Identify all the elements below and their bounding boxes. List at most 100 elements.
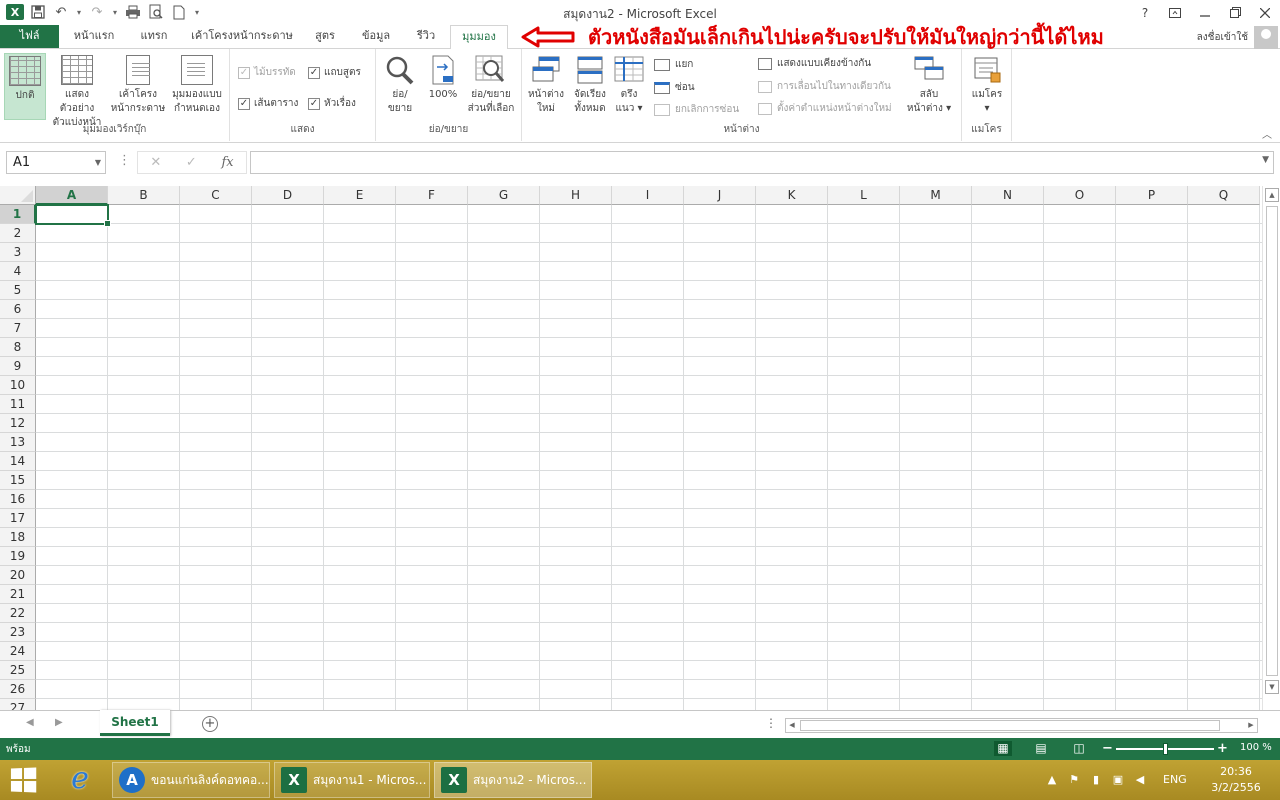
save-icon[interactable]: [29, 3, 47, 21]
row-header-4[interactable]: 4: [0, 262, 36, 281]
row-header-15[interactable]: 15: [0, 471, 36, 490]
scroll-up-icon[interactable]: ▲: [1265, 188, 1279, 202]
tab-formulas[interactable]: สูตร: [306, 25, 344, 49]
redo-icon[interactable]: ↷: [88, 3, 106, 21]
zoom-out-icon[interactable]: −: [1102, 741, 1113, 756]
taskbar-item-excel-1[interactable]: X สมุดงาน1 - Micros...: [274, 762, 430, 798]
collapse-ribbon-icon[interactable]: ︿: [1262, 126, 1272, 141]
macros-dropdown-icon[interactable]: ▾: [964, 102, 1010, 116]
customize-qat-icon[interactable]: ▾: [193, 3, 201, 21]
help-icon[interactable]: ?: [1130, 0, 1160, 25]
volume-icon[interactable]: ◀: [1133, 772, 1147, 786]
column-header-c[interactable]: C: [180, 186, 252, 205]
minimize-icon[interactable]: [1190, 0, 1220, 25]
print-preview-icon[interactable]: [147, 3, 165, 21]
page-break-preview-button[interactable]: แสดงตัวอย่าง ตัวแบ่งหน้า: [48, 53, 106, 130]
row-header-18[interactable]: 18: [0, 528, 36, 547]
row-header-6[interactable]: 6: [0, 300, 36, 319]
sheet-tab-sheet1[interactable]: Sheet1: [100, 710, 170, 736]
formula-bar-checkbox[interactable]: ✓ แถบสูตร: [308, 65, 361, 80]
language-indicator[interactable]: ENG: [1163, 773, 1187, 786]
column-header-m[interactable]: M: [900, 186, 972, 205]
row-header-10[interactable]: 10: [0, 376, 36, 395]
tab-insert[interactable]: แทรก: [132, 25, 176, 49]
row-header-22[interactable]: 22: [0, 604, 36, 623]
zoom-percent[interactable]: 100 %: [1240, 742, 1272, 753]
column-header-j[interactable]: J: [684, 186, 756, 205]
row-header-9[interactable]: 9: [0, 357, 36, 376]
select-all-button[interactable]: [0, 186, 36, 205]
new-file-icon[interactable]: [170, 3, 188, 21]
next-sheet-icon[interactable]: ▶: [55, 717, 63, 728]
row-header-3[interactable]: 3: [0, 243, 36, 262]
redo-dropdown-icon[interactable]: ▾: [111, 3, 119, 21]
action-center-flag-icon[interactable]: ⚑: [1067, 772, 1081, 786]
row-header-27[interactable]: 27: [0, 699, 36, 710]
tab-view[interactable]: มุมมอง: [450, 25, 508, 50]
tab-data[interactable]: ข้อมูล: [354, 25, 398, 49]
column-header-i[interactable]: I: [612, 186, 684, 205]
show-hidden-icons-icon[interactable]: ▲: [1045, 772, 1059, 786]
name-box[interactable]: A1 ▼: [6, 151, 106, 174]
reset-window-position-button[interactable]: ตั้งค่าตำแหน่งหน้าต่างใหม่: [758, 101, 892, 116]
row-header-2[interactable]: 2: [0, 224, 36, 243]
hide-button[interactable]: ซ่อน: [654, 80, 695, 95]
zoom-button[interactable]: ย่อ/ ขยาย: [380, 53, 420, 116]
row-header-7[interactable]: 7: [0, 319, 36, 338]
gridlines-checkbox[interactable]: ✓ เส้นตาราง: [238, 96, 298, 111]
page-break-status-icon[interactable]: ◫: [1070, 741, 1088, 756]
formula-bar-splitter-icon[interactable]: ⋮: [118, 153, 131, 168]
print-icon[interactable]: [124, 3, 142, 21]
column-header-e[interactable]: E: [324, 186, 396, 205]
tab-page-layout[interactable]: เค้าโครงหน้ากระดาษ: [186, 25, 298, 49]
row-header-23[interactable]: 23: [0, 623, 36, 642]
sign-in-link[interactable]: ลงชื่อเข้าใช้: [1197, 30, 1248, 45]
scroll-down-icon[interactable]: ▼: [1265, 680, 1279, 694]
row-header-26[interactable]: 26: [0, 680, 36, 699]
column-header-f[interactable]: F: [396, 186, 468, 205]
column-header-l[interactable]: L: [828, 186, 900, 205]
column-header-d[interactable]: D: [252, 186, 324, 205]
row-header-24[interactable]: 24: [0, 642, 36, 661]
scroll-right-icon[interactable]: ▶: [1245, 719, 1257, 732]
column-header-h[interactable]: H: [540, 186, 612, 205]
row-header-12[interactable]: 12: [0, 414, 36, 433]
new-sheet-icon[interactable]: +: [202, 716, 218, 732]
zoom-100-button[interactable]: 100%: [422, 53, 464, 102]
view-side-by-side-button[interactable]: แสดงแบบเคียงข้างกัน: [758, 56, 871, 71]
cancel-entry-icon[interactable]: ✕: [150, 155, 161, 170]
undo-dropdown-icon[interactable]: ▾: [75, 3, 83, 21]
name-box-dropdown-icon[interactable]: ▼: [95, 152, 101, 173]
page-layout-view-button[interactable]: เค้าโครง หน้ากระดาษ: [110, 53, 166, 116]
arrange-all-button[interactable]: จัดเรียง ทั้งหมด: [568, 53, 612, 116]
custom-views-button[interactable]: มุมมองแบบ กำหนดเอง: [168, 53, 226, 116]
undo-icon[interactable]: ↶: [52, 3, 70, 21]
column-header-o[interactable]: O: [1044, 186, 1116, 205]
close-icon[interactable]: [1250, 0, 1280, 25]
row-header-21[interactable]: 21: [0, 585, 36, 604]
taskbar-item-excel-2[interactable]: X สมุดงาน2 - Micros...: [434, 762, 592, 798]
tab-review[interactable]: รีวิว: [408, 25, 444, 49]
unhide-button[interactable]: ยกเลิกการซ่อน: [654, 102, 739, 117]
row-header-20[interactable]: 20: [0, 566, 36, 585]
normal-view-status-icon[interactable]: ▦: [994, 741, 1012, 756]
tab-home[interactable]: หน้าแรก: [63, 25, 125, 49]
column-header-b[interactable]: B: [108, 186, 180, 205]
new-window-button[interactable]: หน้าต่าง ใหม่: [524, 53, 568, 116]
enter-entry-icon[interactable]: ✓: [186, 155, 197, 170]
spreadsheet-grid[interactable]: A B C D E F G H I J K L M N O P Q 1 2 3 4 5 6 7 8 9 10 11 12 13 14 15 16…: [0, 186, 1262, 710]
row-header-5[interactable]: 5: [0, 281, 36, 300]
start-button[interactable]: [6, 766, 40, 794]
power-icon[interactable]: ▮: [1089, 772, 1103, 786]
formula-input[interactable]: ▼: [250, 151, 1274, 174]
column-header-n[interactable]: N: [972, 186, 1044, 205]
page-layout-status-icon[interactable]: ▤: [1032, 741, 1050, 756]
ruler-checkbox[interactable]: ✓ ไม้บรรทัด: [238, 65, 296, 80]
row-header-25[interactable]: 25: [0, 661, 36, 680]
column-header-a[interactable]: A: [36, 186, 108, 205]
row-header-11[interactable]: 11: [0, 395, 36, 414]
avatar[interactable]: [1254, 26, 1278, 50]
horizontal-scroll-thumb[interactable]: [800, 720, 1220, 731]
network-icon[interactable]: ▣: [1111, 772, 1125, 786]
internet-explorer-icon[interactable]: e: [58, 764, 102, 796]
